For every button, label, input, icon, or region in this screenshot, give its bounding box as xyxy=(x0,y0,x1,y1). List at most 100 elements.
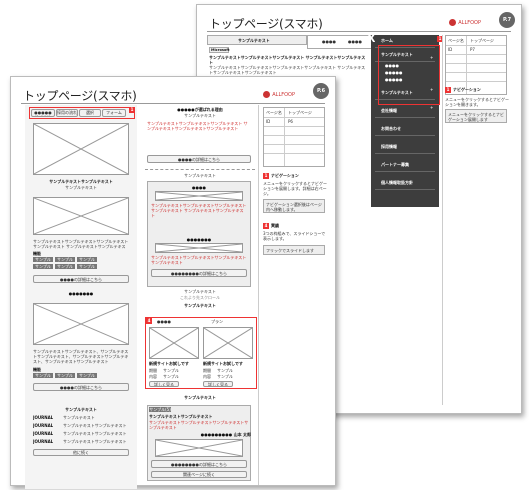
feature-tag: サンプル xyxy=(55,257,75,262)
body-bold: サンプルテキストサンプルテキストサンプルテキスト サンプルテキストサンプルテキス… xyxy=(209,55,366,65)
mini-title: サンプルテキスト xyxy=(184,173,216,178)
row-value: サンプルテキストサンプルテキスト xyxy=(63,423,127,428)
note-title: 実績 xyxy=(271,223,279,228)
section-header: サンプルテキスト xyxy=(207,35,307,45)
menu-item[interactable]: パートナー募集 xyxy=(375,159,435,172)
title-divider xyxy=(207,31,511,32)
annotation-badge: 1 xyxy=(263,173,269,179)
section-subheading: サンプルテキスト xyxy=(65,185,97,190)
card-tag: プラン xyxy=(207,319,227,324)
card-title: 新規サイトお試しです xyxy=(203,361,243,366)
details-link[interactable]: ●●●●●●●●の詳細はこちら xyxy=(151,460,247,468)
scroll-divider xyxy=(145,169,255,170)
note-box: メニューをクリックするとナビゲーション展開します xyxy=(445,109,507,123)
table-header: ●●●● ●●●● xyxy=(307,35,373,49)
feature-tag: サンプル xyxy=(33,257,53,262)
details-link[interactable]: ●●●●●●●●の詳細はこちら xyxy=(151,269,247,277)
logo-icon xyxy=(449,19,457,26)
annotation-badge: 1 xyxy=(129,107,135,113)
feature-label: 機能 xyxy=(33,367,41,372)
row-value: サンプルテキストサンプルテキスト xyxy=(63,439,127,444)
menu-item[interactable]: お問合わせ xyxy=(375,123,435,136)
row-key: JOURNAL xyxy=(33,431,54,436)
section-heading: ●●●●●が選ばれる理由 xyxy=(177,107,223,112)
body-text: サンプルテキストサンプルテキストサンプルテキスト サンプルテキストサンプルテキス… xyxy=(147,121,248,131)
page-number-badge: P.7 xyxy=(499,12,515,28)
row-key: JOURNAL xyxy=(33,439,54,444)
spec-table: ページ名 トップページ ID P6 xyxy=(263,107,325,167)
section-heading: サンプルテキスト xyxy=(65,407,97,412)
card-tag: ●●●● xyxy=(154,319,174,324)
section-heading: サンプルテキスト xyxy=(184,395,216,400)
annotation-badge: 4 xyxy=(146,318,152,324)
section-heading: サンプルテキスト xyxy=(184,303,216,308)
note-box: フリックでスライドします xyxy=(263,245,325,255)
body-text: サンプルテキストサンプルテキストサンプルテキストサンプルテキスト xyxy=(151,255,247,265)
column-divider xyxy=(442,35,443,405)
brand-logo: ALLFOOP xyxy=(263,91,295,98)
image-placeholder xyxy=(33,197,129,235)
feature-tag: サンプル xyxy=(33,264,53,269)
feature-tag: サンプル xyxy=(77,373,97,378)
note-title: ナビゲーション xyxy=(271,173,299,178)
menu-item[interactable]: 会社情報 xyxy=(375,105,435,118)
slide-heading: ●●●● xyxy=(192,185,206,190)
logo-icon xyxy=(263,91,271,98)
feature-tag: サンプル xyxy=(55,373,75,378)
nav-button[interactable]: ●●●●● 株式会社 xyxy=(31,109,55,117)
nav-button[interactable]: フォーム ●●●●● xyxy=(102,109,126,117)
image-placeholder xyxy=(155,191,243,201)
feature-tag: サンプル xyxy=(77,264,97,269)
caption-note: これより先スクロール xyxy=(180,295,220,300)
details-link[interactable]: ●●●●の詳細はこちら xyxy=(33,275,129,283)
feature-tag: サンプル xyxy=(77,257,97,262)
image-placeholder xyxy=(155,243,243,253)
voice-name: ●●●●●●●●● 山本 太郎 xyxy=(200,432,251,437)
wireframe-sheet-p6: トップページ(スマホ) ALLFOOP P.6 1 ●●●●● 株式会社 採用の… xyxy=(10,76,336,489)
image-placeholder xyxy=(33,303,129,345)
section-heading: サンプルテキストサンプルテキスト xyxy=(49,179,113,184)
plus-icon: + xyxy=(430,105,434,110)
more-link[interactable]: 他に続く xyxy=(33,449,129,456)
section-subheading: サンプルテキスト xyxy=(184,113,216,118)
column-divider xyxy=(258,105,259,485)
title-divider xyxy=(21,103,325,104)
spec-table: ページ名 トップページ ID P7 xyxy=(445,35,507,95)
note-text: メニューをクリックするとナビゲーションを展開します。詳細は右ページ。 xyxy=(263,181,327,196)
note-box: ナビゲーション選択後はページ内へ移動します。 xyxy=(263,199,325,213)
plus-icon: + xyxy=(430,87,434,92)
image-placeholder xyxy=(149,327,199,359)
close-icon[interactable]: X xyxy=(367,33,375,45)
menu-item[interactable]: 採用情報 xyxy=(375,141,435,154)
card-title: 新規サイトお試しです xyxy=(149,361,189,366)
feature-tag: サンプル xyxy=(55,264,75,269)
menu-item[interactable]: 個人情報取扱方針 xyxy=(375,177,435,190)
annotation-badge: 4 xyxy=(263,223,269,229)
row-key: JOURNAL xyxy=(33,415,54,420)
more-link[interactable]: 関連ページに続く xyxy=(151,471,247,478)
section-heading: ●●●●●●● xyxy=(68,291,94,296)
feature-tag: サンプル xyxy=(33,373,53,378)
logo-tag: Microsoft xyxy=(209,47,230,53)
details-link[interactable]: ●●●●の詳細はこちら xyxy=(33,383,129,391)
row-value: サンプルテキストサンプルテキスト xyxy=(63,431,127,436)
details-link[interactable]: ●●●●の詳細はこちら xyxy=(147,155,251,163)
nav-button[interactable]: 採用の流れ xyxy=(56,109,78,117)
nav-button[interactable]: 選択 ●●●●● xyxy=(79,109,101,117)
page-title: トップページ(スマホ) xyxy=(23,89,137,103)
note-text: 3つの枠組みで、スライドショーで表示します。 xyxy=(263,231,326,241)
brand-logo: ALLFOOP xyxy=(449,19,481,26)
body-text: サンプルテキストサンプルテキストサンプルテキストサンプルテキスト サンプルテキス… xyxy=(33,239,129,249)
page-title: トップページ(スマホ) xyxy=(209,17,323,31)
note-text: メニューをクリックするとナビゲーションを開きます。 xyxy=(445,97,509,107)
card-button[interactable]: 詳しく見る xyxy=(203,381,233,387)
voice-tag: サンプル(5) xyxy=(149,407,171,412)
caption: サンプルテキスト xyxy=(184,289,216,294)
page-number-badge: P.6 xyxy=(313,83,329,99)
feature-label: 機能 xyxy=(33,251,41,256)
annotation-badge: 1 xyxy=(445,87,451,93)
card-button[interactable]: 詳しく見る xyxy=(149,381,179,387)
voice-heading: サンプルテキストサンプルテキスト xyxy=(149,414,213,419)
slide-heading: ●●●●●●● xyxy=(186,237,212,242)
body-text: サンプルテキストサンプルテキストサンプルテキストサンプルテキスト サンプルテキス… xyxy=(151,203,247,218)
